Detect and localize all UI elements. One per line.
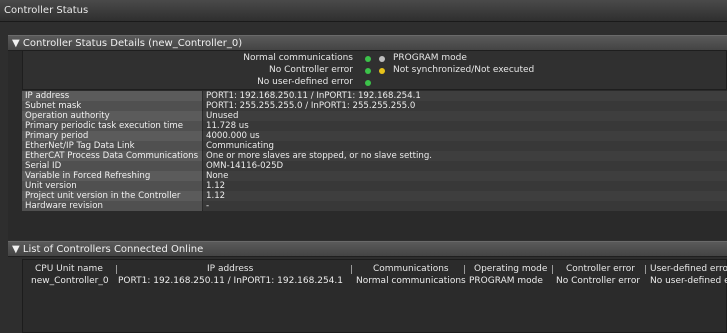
property-value: 1.12 <box>203 191 727 201</box>
column-divider[interactable] <box>645 265 646 274</box>
status-row-controller-error: No Controller error <box>23 65 353 76</box>
property-row: EtherNet/IP Tag Data Link Communicating <box>22 141 727 151</box>
cell-cpu-unit-name: new_Controller_0 <box>31 276 109 286</box>
property-value: PORT1: 192.168.250.11 / InPORT1: 192.168… <box>203 91 727 101</box>
property-value: 4000.000 us <box>203 131 727 141</box>
sync-status-text: Not synchronized/Not executed <box>393 65 535 75</box>
property-value: OMN-14116-025D <box>203 161 727 171</box>
property-value: Unused <box>203 111 727 121</box>
communications-label: Normal communications <box>243 53 353 63</box>
property-row: Serial ID OMN-14116-025D <box>22 161 727 171</box>
table-header-row: CPU Unit name IP address Communications … <box>23 263 727 275</box>
property-value: Communicating <box>203 141 727 151</box>
online-header-label: List of Controllers Connected Online <box>22 244 204 255</box>
property-grid: IP address PORT1: 192.168.250.11 / InPORT… <box>22 91 727 211</box>
online-section-header[interactable]: ▼ List of Controllers Connected Online <box>8 241 727 257</box>
cell-controller-error: No Controller error <box>556 276 641 286</box>
cell-user-defined-error: No user-defined e <box>650 276 727 286</box>
status-indicators: Normal communications PROGRAM mode No Co… <box>22 50 727 90</box>
mode-gray-dot-icon <box>379 56 385 62</box>
property-key: Project unit version in the Controller <box>22 191 202 201</box>
column-divider[interactable] <box>351 265 352 274</box>
property-key: IP address <box>22 91 202 101</box>
property-key: EtherNet/IP Tag Data Link <box>22 141 202 151</box>
property-key: Variable in Forced Refreshing <box>22 171 202 181</box>
status-green-dot-icon <box>365 56 371 62</box>
property-row: EtherCAT Process Data Communications One … <box>22 151 727 161</box>
user-error-label: No user-defined error <box>257 77 353 87</box>
column-header-communications[interactable]: Communications <box>373 263 449 275</box>
property-key: Hardware revision <box>22 201 202 211</box>
property-key: Primary periodic task execution time <box>22 121 202 131</box>
property-row: Primary period 4000.000 us <box>22 131 727 141</box>
collapse-triangle-icon[interactable]: ▼ <box>12 244 20 255</box>
property-key: Primary period <box>22 131 202 141</box>
property-row: Variable in Forced Refreshing None <box>22 171 727 181</box>
user-error-green-dot-icon <box>365 80 371 86</box>
controller-error-green-dot-icon <box>365 68 371 74</box>
property-row: Project unit version in the Controller 1.… <box>22 191 727 201</box>
property-value: 1.12 <box>203 181 727 191</box>
property-value: None <box>203 171 727 181</box>
property-value: 11.728 us <box>203 121 727 131</box>
property-row: Hardware revision - <box>22 201 727 211</box>
property-row: Subnet mask PORT1: 255.255.255.0 / InPORT… <box>22 101 727 111</box>
column-divider[interactable] <box>464 265 465 274</box>
property-key: Subnet mask <box>22 101 202 111</box>
status-row-communications: Normal communications <box>23 53 353 64</box>
property-row: Operation authority Unused <box>22 111 727 121</box>
property-value: One or more slaves are stopped, or no sl… <box>203 151 727 161</box>
column-divider[interactable] <box>552 265 553 274</box>
cell-communications: Normal communications <box>356 276 466 286</box>
details-section-header[interactable]: ▼ Controller Status Details (new_Control… <box>8 35 727 51</box>
property-row: IP address PORT1: 192.168.250.11 / InPORT… <box>22 91 727 101</box>
window-title: Controller Status <box>0 0 727 22</box>
cell-operating-mode: PROGRAM mode <box>469 276 543 286</box>
mode-text: PROGRAM mode <box>393 53 467 63</box>
property-key: Operation authority <box>22 111 202 121</box>
controller-error-label: No Controller error <box>268 65 353 75</box>
column-divider[interactable] <box>116 265 117 274</box>
column-header-cpu-unit-name[interactable]: CPU Unit name <box>35 263 103 275</box>
property-key: Unit version <box>22 181 202 191</box>
column-header-controller-error[interactable]: Controller error <box>566 263 635 275</box>
status-row-user-error: No user-defined error <box>23 77 353 88</box>
column-header-user-defined-error[interactable]: User-defined erro <box>650 263 727 275</box>
column-header-ip-address[interactable]: IP address <box>207 263 253 275</box>
table-row[interactable]: new_Controller_0 PORT1: 192.168.250.11 /… <box>23 275 727 287</box>
online-controllers-table: CPU Unit name IP address Communications … <box>22 259 727 333</box>
cell-ip-address: PORT1: 192.168.250.11 / InPORT1: 192.168… <box>118 276 343 286</box>
property-value: PORT1: 255.255.255.0 / InPORT1: 255.255.… <box>203 101 727 111</box>
details-header-label: Controller Status Details (new_Controlle… <box>22 38 243 49</box>
property-key: Serial ID <box>22 161 202 171</box>
property-row: Unit version 1.12 <box>22 181 727 191</box>
column-header-operating-mode[interactable]: Operating mode <box>474 263 547 275</box>
property-row: Primary periodic task execution time 11.7… <box>22 121 727 131</box>
collapse-triangle-icon[interactable]: ▼ <box>12 38 20 49</box>
property-value: - <box>203 201 727 211</box>
sync-yellow-dot-icon <box>379 68 385 74</box>
property-key: EtherCAT Process Data Communications <box>22 151 202 161</box>
